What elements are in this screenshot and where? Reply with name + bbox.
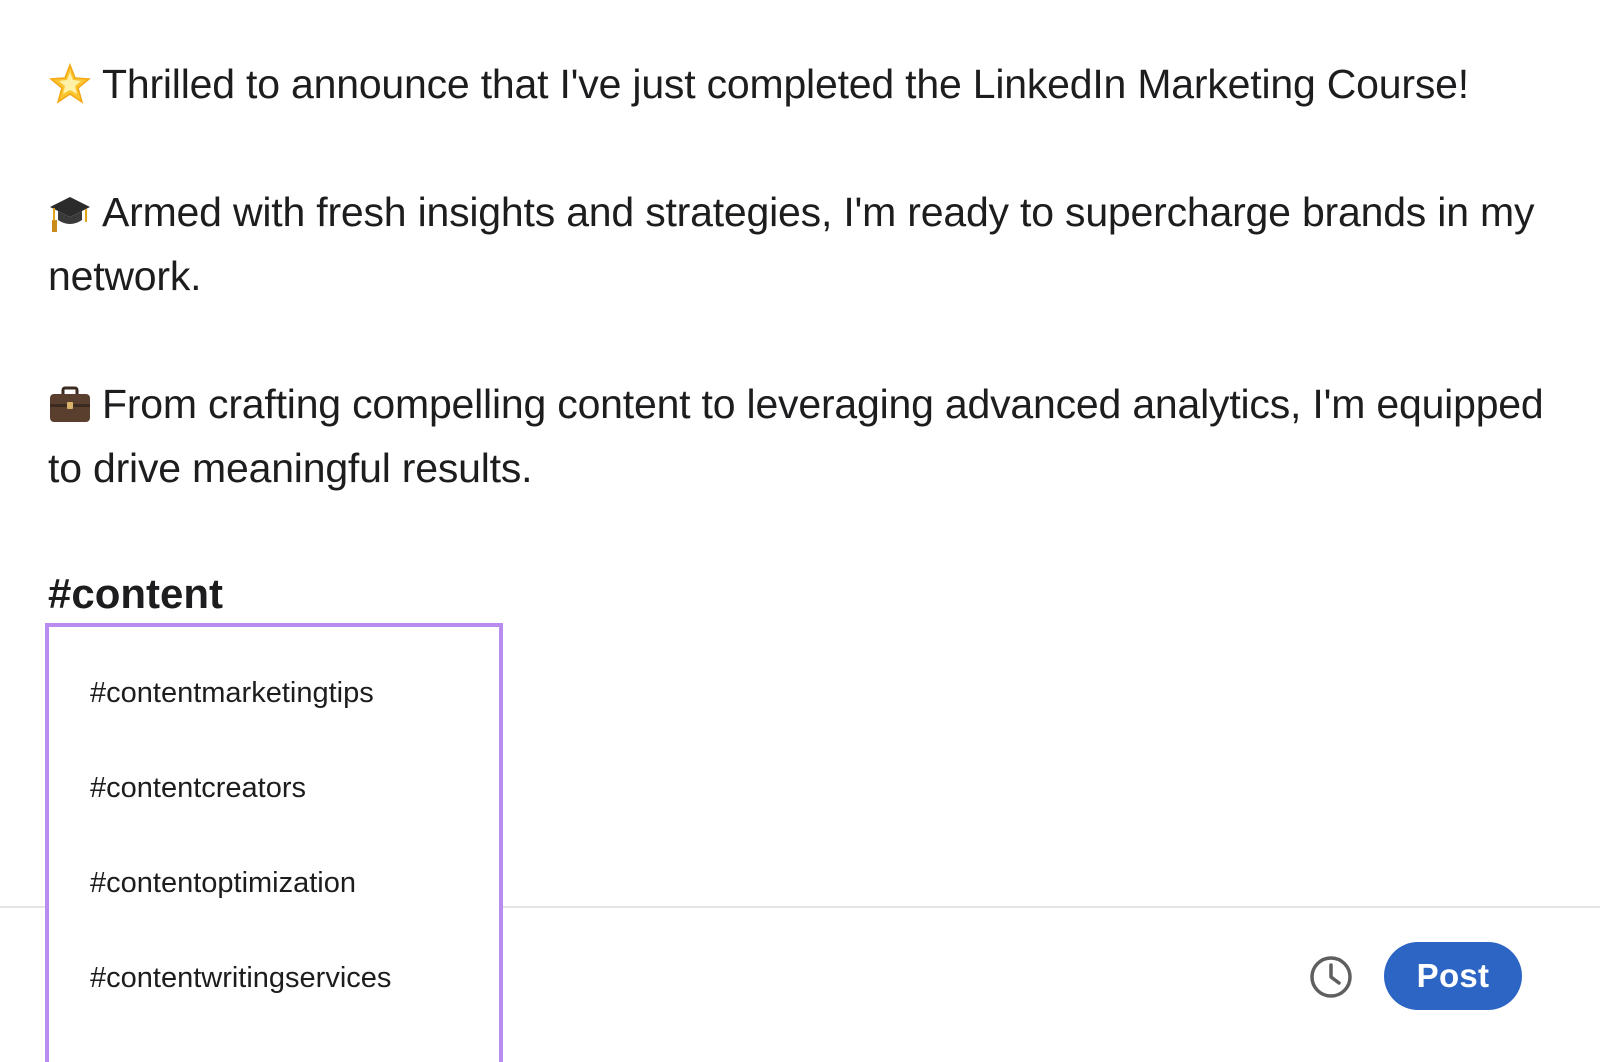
clock-icon <box>1310 956 1352 998</box>
hashtag-suggestion-item[interactable]: #contentoptimization <box>90 863 356 903</box>
post-paragraph-3-text: From crafting compelling content to leve… <box>48 381 1544 491</box>
post-paragraph-3: From crafting compelling content to leve… <box>48 372 1558 500</box>
glowing-star-icon <box>48 60 92 104</box>
briefcase-icon <box>48 380 92 424</box>
post-editor[interactable]: Thrilled to announce that I've just comp… <box>48 52 1558 500</box>
post-paragraph-1: Thrilled to announce that I've just comp… <box>48 52 1558 116</box>
post-paragraph-2-text: Armed with fresh insights and strategies… <box>48 189 1535 299</box>
post-paragraph-1-text: Thrilled to announce that I've just comp… <box>102 61 1469 107</box>
graduation-cap-icon <box>48 188 92 232</box>
post-button[interactable]: Post <box>1384 942 1522 1010</box>
typed-hashtag[interactable]: #content <box>48 566 223 622</box>
hashtag-suggestion-item[interactable]: #contentcreators <box>90 768 306 808</box>
hashtag-suggestion-item[interactable]: #contentmarketingtips <box>90 673 374 713</box>
hashtag-suggestion-item[interactable]: #contentwritingservices <box>90 958 391 998</box>
post-paragraph-2: Armed with fresh insights and strategies… <box>48 180 1558 308</box>
post-composer: Thrilled to announce that I've just comp… <box>0 0 1600 1062</box>
hashtag-suggestions-dropdown: #contentmarketingtips #contentcreators #… <box>45 623 503 1062</box>
schedule-post-button[interactable] <box>1308 954 1354 1000</box>
